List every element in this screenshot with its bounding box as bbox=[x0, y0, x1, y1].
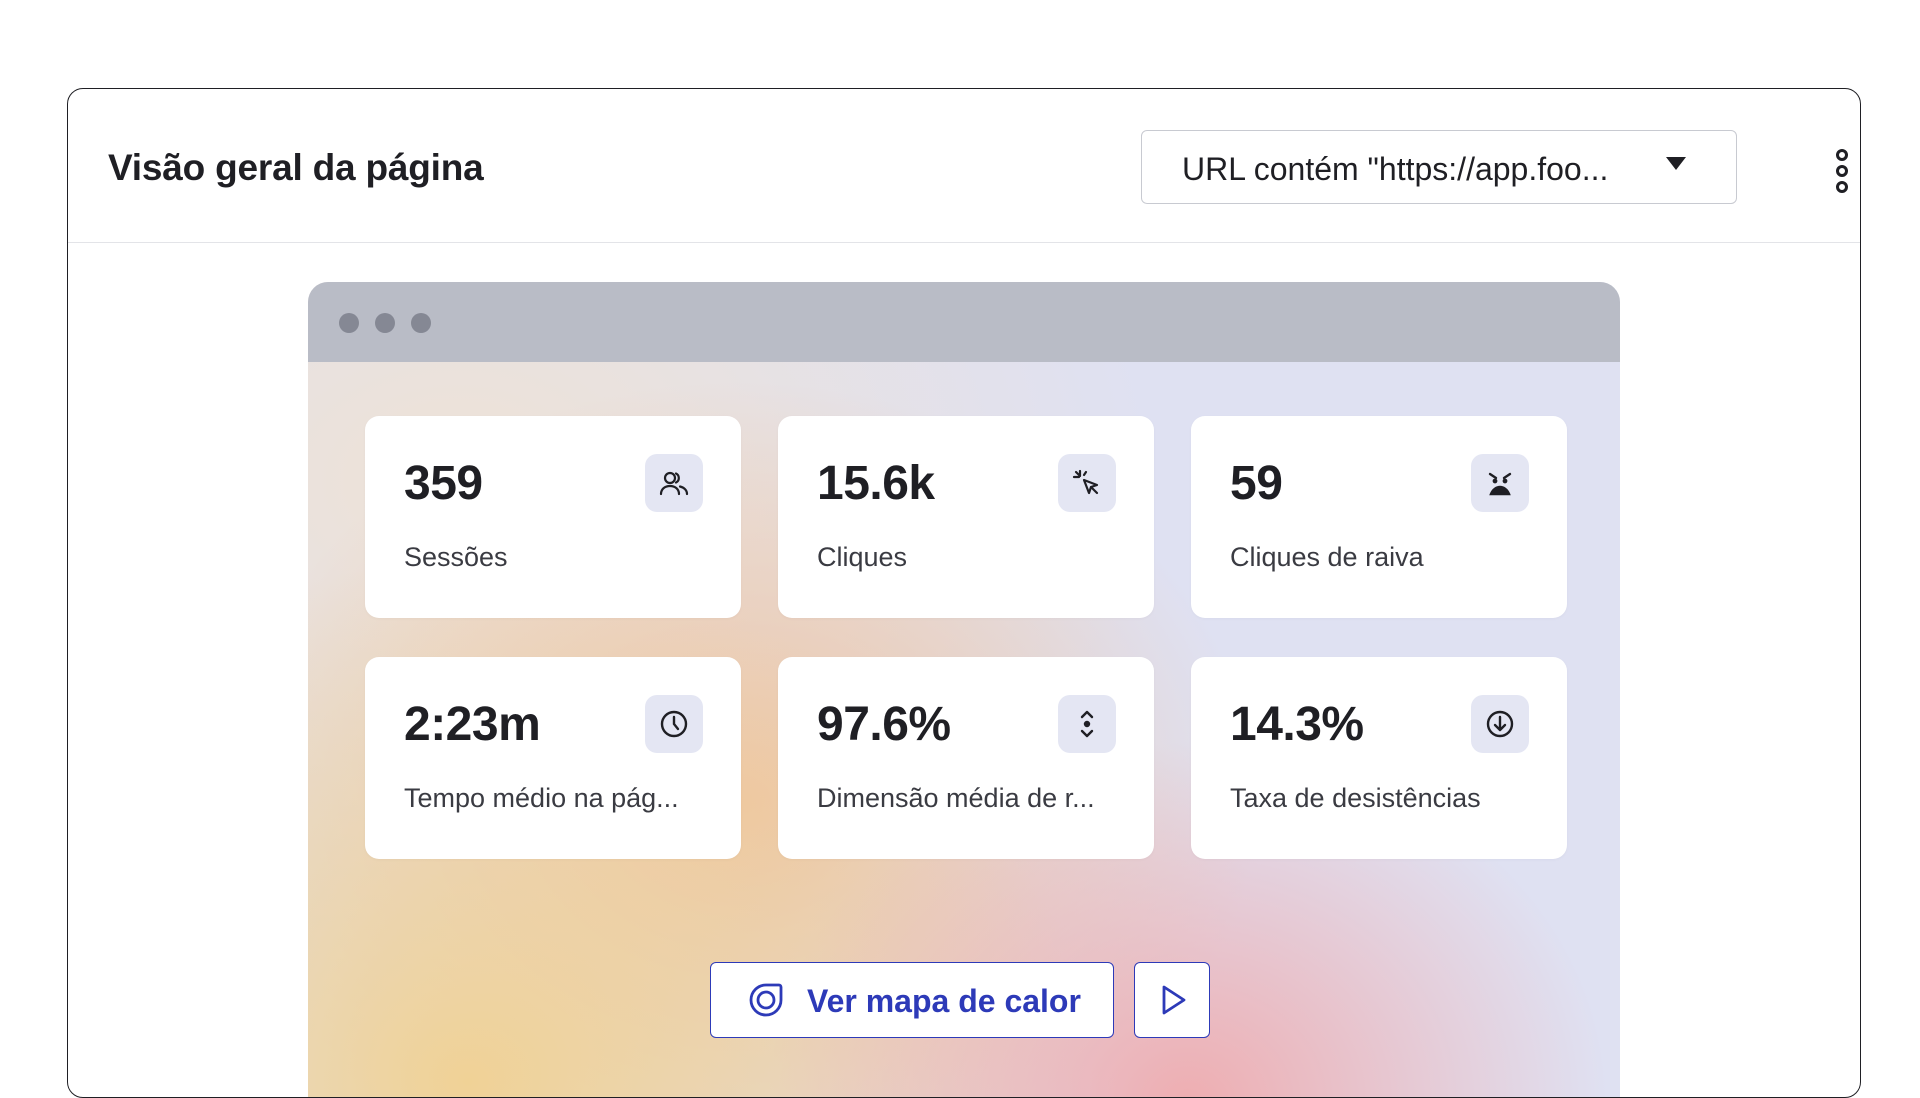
window-dot bbox=[411, 313, 431, 333]
metric-value: 97.6% bbox=[817, 698, 951, 751]
card-header: Visão geral da página URL contém "https:… bbox=[68, 89, 1860, 243]
metric-label: Dimensão média de r... bbox=[817, 783, 1095, 813]
click-cursor-icon bbox=[1058, 454, 1116, 512]
metric-value: 59 bbox=[1230, 457, 1283, 510]
kebab-menu-icon[interactable] bbox=[1830, 149, 1854, 193]
angry-face-icon bbox=[1471, 454, 1529, 512]
scroll-icon bbox=[1058, 695, 1116, 753]
metric-value: 2:23m bbox=[404, 698, 541, 751]
metric-tile-rage-clicks: 59 Cliques de raiva bbox=[1191, 416, 1567, 618]
users-icon bbox=[645, 454, 703, 512]
caret-down-icon bbox=[1666, 157, 1686, 170]
window-dot bbox=[375, 313, 395, 333]
metric-value: 359 bbox=[404, 457, 483, 510]
metric-label: Sessões bbox=[404, 542, 508, 572]
metric-tile-sessions: 359 Sessões bbox=[365, 416, 741, 618]
view-heatmap-button[interactable]: Ver mapa de calor bbox=[710, 962, 1114, 1038]
clock-icon bbox=[645, 695, 703, 753]
metric-label: Taxa de desistências bbox=[1230, 783, 1481, 813]
page-overview-card: Visão geral da página URL contém "https:… bbox=[67, 88, 1861, 1098]
arrow-down-circle-icon bbox=[1471, 695, 1529, 753]
browser-bar bbox=[308, 282, 1620, 362]
metric-value: 14.3% bbox=[1230, 698, 1364, 751]
target-icon bbox=[749, 983, 783, 1017]
metric-label: Cliques bbox=[817, 542, 908, 572]
page-preview: 359 Sessões 15.6k Cliques 59 Cliques de … bbox=[308, 282, 1620, 1097]
metric-tile-exit-rate: 14.3% Taxa de desistências bbox=[1191, 657, 1567, 859]
window-dot bbox=[339, 313, 359, 333]
metric-tile-clicks: 15.6k Cliques bbox=[778, 416, 1154, 618]
view-heatmap-label: Ver mapa de calor bbox=[807, 983, 1081, 1019]
metric-value: 15.6k bbox=[817, 457, 935, 510]
url-filter-value: URL contém "https://app.foo... bbox=[1182, 151, 1609, 187]
metric-tile-scroll-depth: 97.6% Dimensão média de r... bbox=[778, 657, 1154, 859]
play-icon bbox=[1162, 985, 1186, 1015]
url-filter-dropdown[interactable]: URL contém "https://app.foo... bbox=[1141, 130, 1737, 204]
metric-label: Cliques de raiva bbox=[1230, 542, 1424, 572]
metric-label: Tempo médio na pág... bbox=[404, 783, 679, 813]
card-title: Visão geral da página bbox=[108, 147, 484, 188]
play-recording-button[interactable] bbox=[1134, 962, 1210, 1038]
metric-tile-avg-time: 2:23m Tempo médio na pág... bbox=[365, 657, 741, 859]
